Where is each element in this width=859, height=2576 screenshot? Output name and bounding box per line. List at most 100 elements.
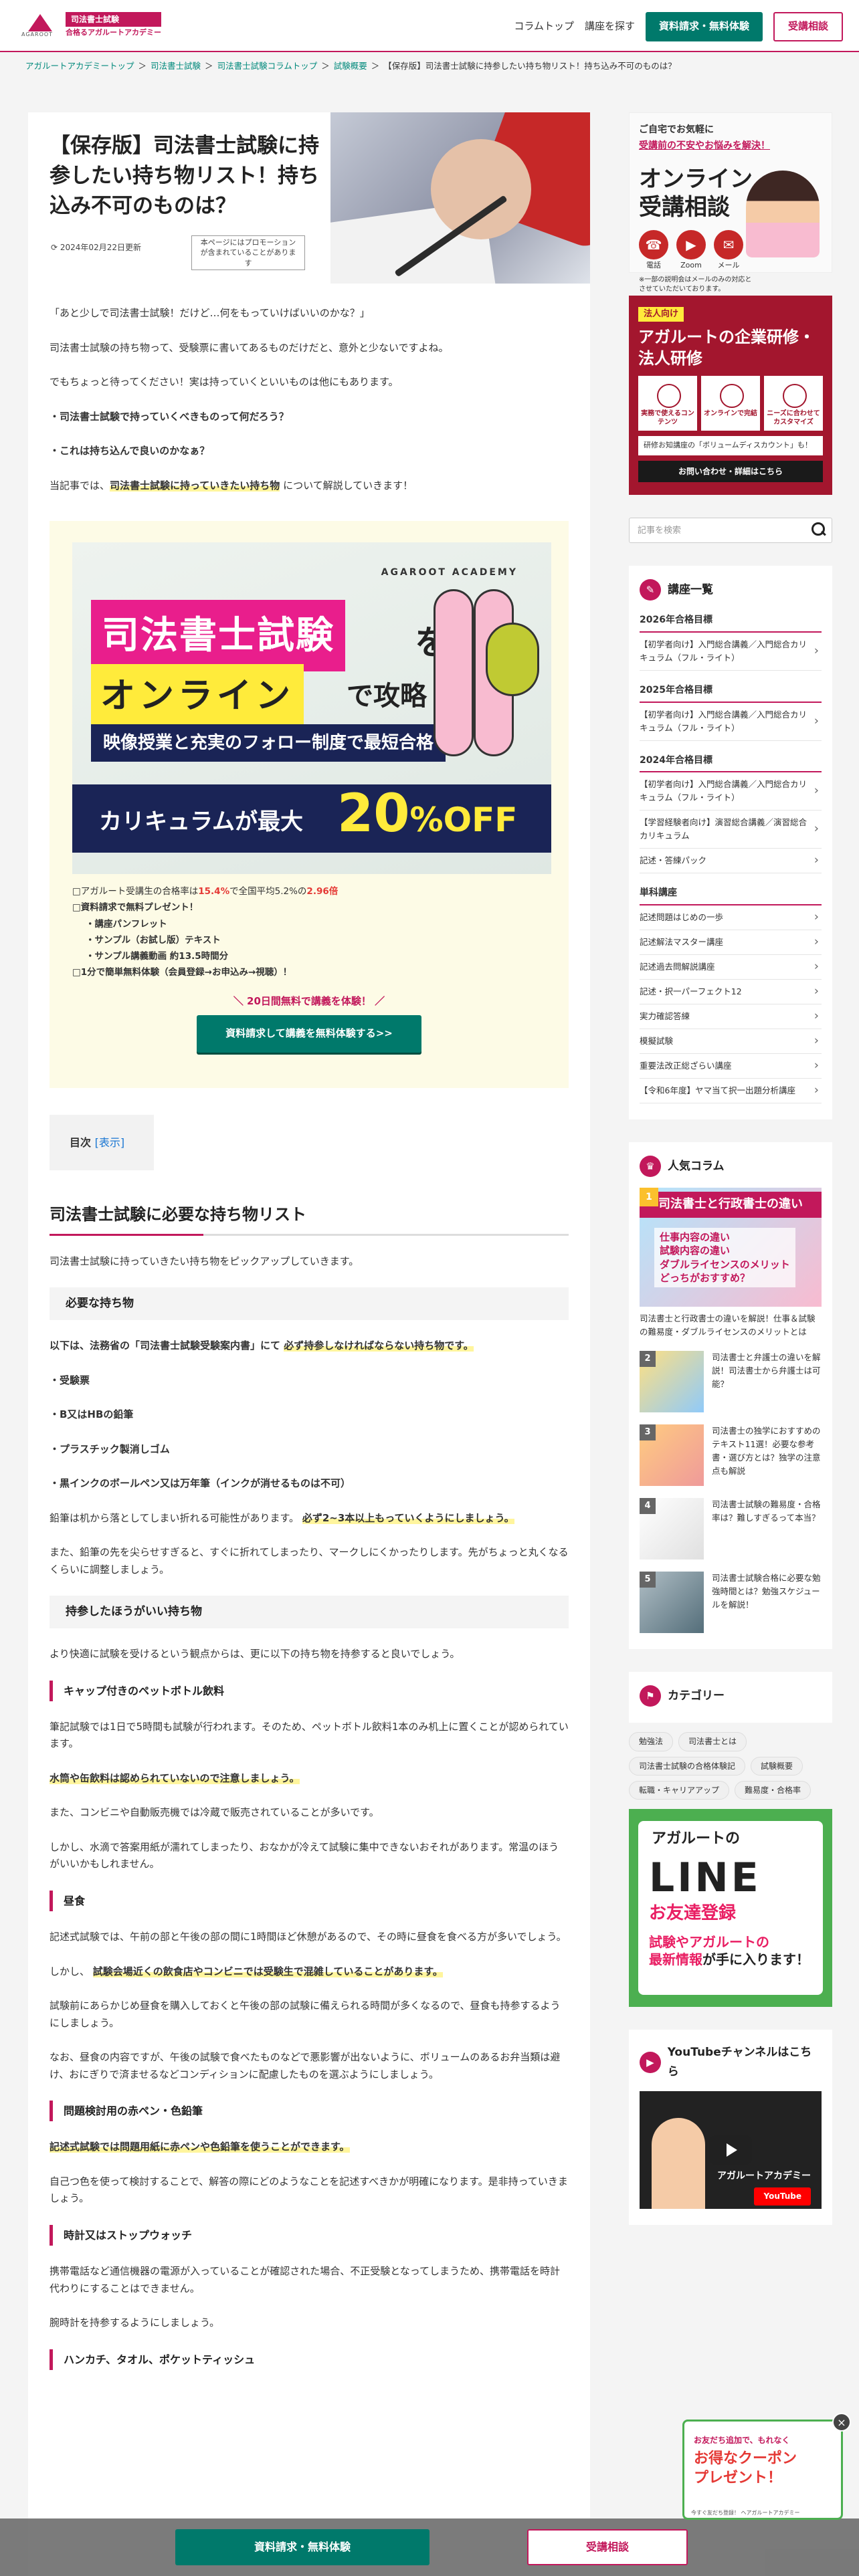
toc-toggle[interactable]: [表示]: [95, 1136, 125, 1149]
video-icon: ▶: [676, 229, 706, 259]
popular-item[interactable]: 2 司法書士と弁護士の違いを解説！司法書士から弁護士は可能？: [640, 1351, 822, 1413]
youtube-icon: ▶: [640, 2052, 661, 2074]
breadcrumb-item[interactable]: 試験概要: [334, 59, 367, 73]
intro-bullet: ・司法書士試験で持っていくべきものって何だろう？: [50, 410, 289, 423]
item-heading: 問題検討用の赤ペン・色鉛筆: [50, 2101, 569, 2122]
book-icon: ✎: [640, 579, 661, 601]
crown-icon: ♛: [640, 1156, 661, 1178]
line-friend-ad[interactable]: アガルートの LINE お友達登録 試験やアガルートの 最新情報が手に入ります！: [629, 1809, 832, 2008]
item-heading: キャップ付きのペットボトル飲料: [50, 1680, 569, 1701]
category-widget: ⚑ カテゴリー: [629, 1672, 832, 1723]
header-consult-button[interactable]: 受講相談: [773, 12, 843, 41]
consultant-avatar: [746, 171, 820, 257]
popular-item[interactable]: 5 司法書士試験合格に必要な勉強時間とは？勉強スケジュールを解説！: [640, 1572, 822, 1634]
line-coupon-popup[interactable]: お友だち追加で、もれなく お得なクーポン プレゼント！ 今すぐ友だち登録！ ヘア…: [682, 2420, 843, 2520]
category-tag[interactable]: 試験概要: [751, 1756, 803, 1776]
course-link[interactable]: 重要法改正総ざらい講座: [640, 1054, 822, 1079]
category-tag[interactable]: 勉強法: [629, 1732, 674, 1751]
item-heading: ハンカチ、タオル、ポケットティッシュ: [50, 2349, 569, 2370]
list-item: ・受験票: [50, 1374, 90, 1386]
popular-columns-widget: ♛ 人気コラム 司法書士と行政書士の違い 1 仕事内容の違い 試験内容の違い ダブ…: [629, 1142, 832, 1650]
cta-label: ＼ 20日間無料で講義を体験！ ／: [233, 994, 385, 1007]
promo-banner: AGAROOT ACADEMY 司法書士試験を オンライン で攻略 映像授業と充実…: [50, 521, 569, 1088]
header-request-button[interactable]: 資料請求・無料体験: [645, 12, 763, 41]
course-link[interactable]: 模擬試験: [640, 1029, 822, 1055]
popular-item-title[interactable]: 司法書士と行政書士の違いを解説！仕事＆試験の難易度・ダブルライセンスのメリットと…: [640, 1312, 822, 1339]
intro-bullet: ・これは持ち込んで良いのかなぁ？: [50, 445, 210, 457]
campaign-banner-image[interactable]: AGAROOT ACADEMY 司法書士試験を オンライン で攻略 映像授業と充実…: [72, 542, 551, 874]
list-item: ・B又はHBの鉛筆: [50, 1408, 134, 1421]
course-link[interactable]: 記述解法マスター講座: [640, 930, 822, 956]
item-heading: 昼食: [50, 1890, 569, 1912]
turtle-mascot-icon: [486, 623, 539, 696]
logo-line2: 合格るアガルートアカデミー: [66, 28, 161, 37]
page-title: 【保存版】司法書士試験に持参したい持ち物リスト！持ち込み不可のものは？: [50, 134, 319, 218]
youtube-video-thumbnail[interactable]: アガルートアカデミー YouTube: [640, 2091, 822, 2210]
breadcrumb-item[interactable]: 司法書士試験: [151, 59, 201, 73]
promotion-note: 本ページにはプロモーションが含まれていることがあります: [191, 235, 305, 271]
mail-icon: ✉: [714, 229, 743, 259]
course-link[interactable]: 【初学者向け】入門総合講義／入門総合カリキュラム（フル・ライト）: [640, 772, 822, 811]
course-link[interactable]: 記述・択一パーフェクト12: [640, 980, 822, 1005]
intro-text: 「あと少しで司法書士試験！だけど…何をもっていけばいいのかな？」: [50, 307, 370, 319]
intro-text: 司法書士試験の持ち物って、受験票に書いてあるものだけだと、意外と少ないですよね。: [50, 341, 449, 354]
logo-line1: 司法書士試験: [66, 12, 161, 27]
list-item: ・プラスチック製消しゴム: [50, 1442, 170, 1455]
course-link[interactable]: 【令和6年度】ヤマ当て択一出題分析講座: [640, 1079, 822, 1104]
online-consult-ad[interactable]: ご自宅でお気軽に 受講前の不安やお悩みを解決！ オンライン受講相談 ☎ 電話 ▶ Z…: [629, 112, 832, 293]
agaroot-logo-icon: AGAROOT: [21, 13, 58, 39]
breadcrumb-item[interactable]: アガルートアカデミートップ: [25, 59, 134, 73]
nav-column-top[interactable]: コラムトップ: [514, 18, 574, 35]
table-of-contents: 目次 [表示]: [50, 1115, 154, 1171]
category-tag[interactable]: 転職・キャリアアップ: [629, 1780, 730, 1800]
course-link[interactable]: 実力確認答練: [640, 1004, 822, 1030]
search-input[interactable]: 記事を検索: [629, 518, 832, 543]
item-heading: 時計又はストップウォッチ: [50, 2224, 569, 2246]
popular-item[interactable]: 4 司法書士試験の難易度・合格率は？難しすぎるって本当？: [640, 1498, 822, 1560]
article-hero-image: [330, 112, 590, 284]
play-icon[interactable]: [709, 2135, 752, 2165]
site-header: AGAROOT 司法書士試験 合格るアガルートアカデミー コラムトップ 講座を探…: [0, 0, 859, 52]
popular-item-1-image[interactable]: 司法書士と行政書士の違い 1 仕事内容の違い 試験内容の違い ダブルライセンスの…: [640, 1188, 822, 1307]
subsection-heading: 必要な持ち物: [50, 1287, 569, 1321]
popular-item[interactable]: 3 司法書士の独学におすすめのテキスト11選！必要な参考書・選び方とは？独学の注意…: [640, 1424, 822, 1487]
corporate-training-ad[interactable]: 法人向け アガルートの企業研修・法人研修 実務で使えるコンテンツ オンラインで完…: [629, 296, 832, 495]
close-icon[interactable]: ×: [832, 2413, 851, 2432]
course-link[interactable]: 【初学者向け】入門総合講義／入門総合カリキュラム（フル・ライト）: [640, 703, 822, 741]
free-trial-cta-button[interactable]: 資料請求して講義を無料体験する>>: [197, 1015, 421, 1053]
site-logo[interactable]: AGAROOT 司法書士試験 合格るアガルートアカデミー: [21, 12, 161, 39]
list-item: ・黒インクのボールペン又は万年筆（インクが消せるものは不可）: [50, 1477, 351, 1490]
category-tag[interactable]: 司法書士とは: [678, 1732, 747, 1751]
intro-summary: 当記事では、司法書士試験に持っていきたい持ち物 について解説していきます！: [50, 479, 413, 492]
sidebar: ご自宅でお気軽に 受講前の不安やお悩みを解決！ オンライン受講相談 ☎ 電話 ▶ Z…: [629, 112, 832, 2248]
refresh-icon: ⟳: [51, 243, 58, 252]
nav-find-course[interactable]: 講座を探す: [585, 18, 635, 35]
header-nav: コラムトップ 講座を探す 資料請求・無料体験 受講相談: [514, 12, 843, 41]
breadcrumb-current: 【保存版】司法書士試験に持参したい持ち物リスト！持ち込み不可のものは？: [383, 61, 676, 71]
section-heading: 司法書士試験に必要な持ち物リスト: [50, 1201, 569, 1236]
category-tag[interactable]: 難易度・合格率: [735, 1780, 812, 1800]
course-link[interactable]: 【初学者向け】入門総合講義／入門総合カリキュラム（フル・ライト）: [640, 633, 822, 671]
breadcrumb: アガルートアカデミートップ＞ 司法書士試験＞ 司法書士試験コラムトップ＞ 試験概…: [25, 59, 676, 73]
category-tags: 勉強法 司法書士とは 司法書士試験の合格体験記 試験概要 転職・キャリアアップ …: [629, 1732, 832, 1800]
updated-date: ⟳ 2024年02月22日更新: [51, 243, 141, 252]
course-link[interactable]: 記述問題はじめの一歩: [640, 905, 822, 931]
intro-text: でもちょっと待ってください！実は持っていくといいものは他にもあります。: [50, 376, 399, 388]
bottom-consult-button[interactable]: 受講相談: [527, 2529, 688, 2565]
rabbit-mascot-icon: [434, 589, 474, 756]
search-icon[interactable]: [812, 522, 826, 537]
breadcrumb-item[interactable]: 司法書士試験コラムトップ: [217, 59, 318, 73]
course-link[interactable]: 【学習経験者向け】演習総合講義／演習総合カリキュラム: [640, 811, 822, 849]
banner-benefits: □アガルート受講生の合格率は15.4%で全国平均5.2%の2.96倍 □資料請求…: [72, 886, 339, 978]
course-link[interactable]: 記述過去問解説講座: [640, 955, 822, 980]
course-link[interactable]: 記述・答練パック: [640, 849, 822, 874]
subsection-heading: 持参したほうがいい持ち物: [50, 1596, 569, 1629]
sticky-bottom-bar: [0, 2518, 859, 2576]
article-main: 【保存版】司法書士試験に持参したい持ち物リスト！持ち込み不可のものは？ ⟳ 20…: [28, 112, 590, 2576]
phone-icon: ☎: [639, 229, 668, 259]
category-tag[interactable]: 司法書士試験の合格体験記: [629, 1756, 746, 1776]
course-list-widget: ✎ 講座一覧 2026年合格目標 【初学者向け】入門総合講義／入門総合カリキュラム…: [629, 566, 832, 1120]
bottom-request-button[interactable]: 資料請求・無料体験: [175, 2529, 430, 2565]
youtube-widget: ▶ YouTubeチャンネルはこちら アガルートアカデミー YouTube: [629, 2030, 832, 2226]
flag-icon: ⚑: [640, 1685, 661, 1707]
